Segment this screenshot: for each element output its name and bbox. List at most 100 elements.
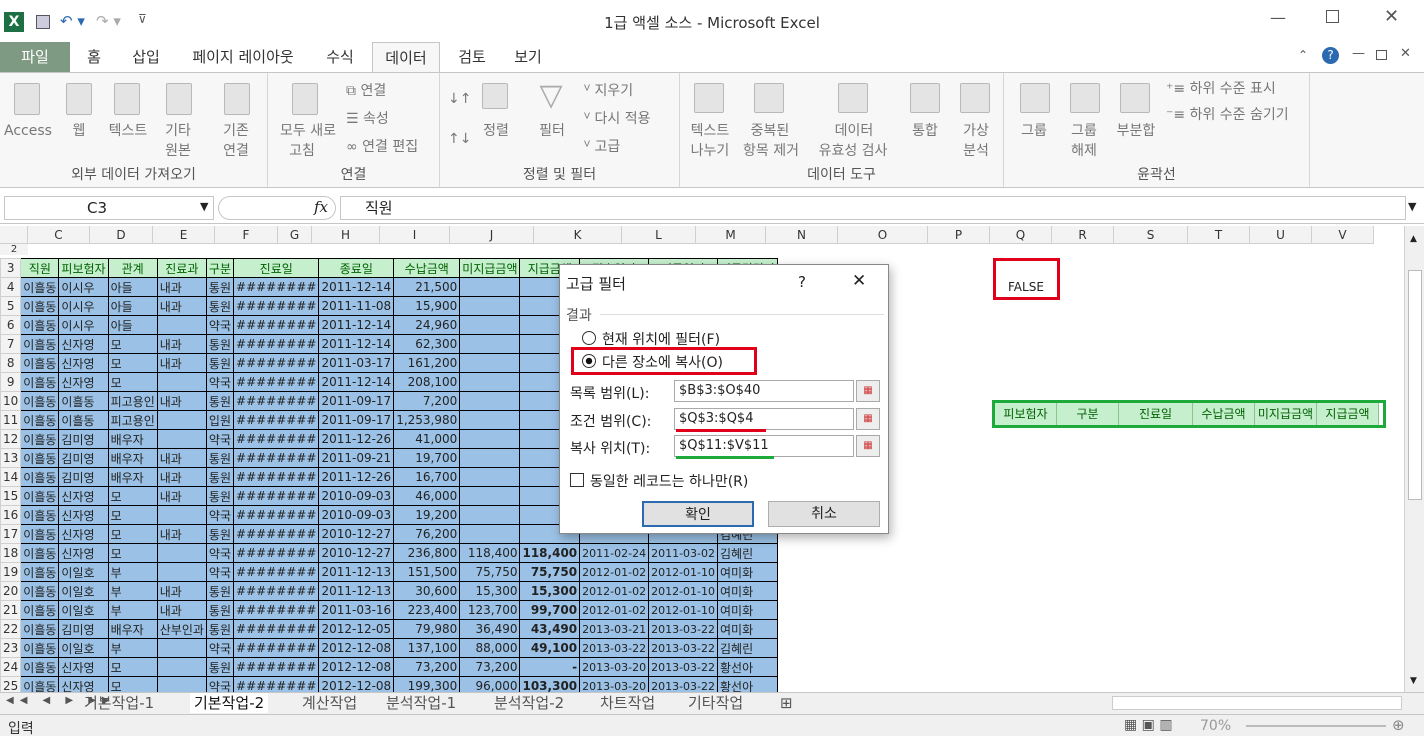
- table-cell[interactable]: 통원: [205, 619, 235, 639]
- zoom-level[interactable]: 70%: [1200, 718, 1231, 734]
- column-header[interactable]: Q: [990, 226, 1052, 244]
- table-cell[interactable]: 부: [107, 600, 158, 620]
- table-cell[interactable]: 약국: [205, 543, 235, 563]
- table-cell[interactable]: 2010-09-03: [318, 486, 395, 506]
- existing-conn-label-2[interactable]: 연결: [216, 141, 256, 161]
- table-cell[interactable]: 배우자: [107, 429, 158, 449]
- table-cell[interactable]: 76,200: [393, 524, 461, 544]
- other-sources-label-1[interactable]: 기타: [158, 121, 198, 141]
- table-cell[interactable]: 산부인과: [156, 619, 207, 639]
- table-cell[interactable]: [459, 467, 521, 487]
- data-validation-label-1[interactable]: 데이터: [826, 121, 882, 141]
- table-cell[interactable]: 49,100: [519, 638, 581, 658]
- table-cell[interactable]: [156, 657, 207, 677]
- table-cell[interactable]: ########: [233, 353, 320, 373]
- table-cell[interactable]: 신자영: [58, 543, 109, 563]
- ok-button[interactable]: 확인: [642, 501, 754, 527]
- table-cell[interactable]: ########: [233, 581, 320, 601]
- table-cell[interactable]: [156, 505, 207, 525]
- table-cell[interactable]: 내과: [156, 600, 207, 620]
- table-cell[interactable]: 내과: [156, 467, 207, 487]
- table-cell[interactable]: 모: [107, 505, 158, 525]
- table-cell[interactable]: 7,200: [393, 391, 461, 411]
- table-cell[interactable]: 김미영: [58, 448, 109, 468]
- table-cell[interactable]: [156, 429, 207, 449]
- copy-to-picker-icon[interactable]: ▦: [856, 435, 880, 457]
- header-cell[interactable]: 종료일: [318, 258, 395, 278]
- table-cell[interactable]: 통원: [205, 467, 235, 487]
- row-header[interactable]: 9: [0, 372, 22, 392]
- column-header[interactable]: R: [1052, 226, 1114, 244]
- table-cell[interactable]: 이흘동: [20, 524, 60, 544]
- table-cell[interactable]: 118,400: [459, 543, 521, 563]
- table-cell[interactable]: 2012-12-05: [318, 619, 395, 639]
- table-cell[interactable]: 19,200: [393, 505, 461, 525]
- row-header[interactable]: 24: [0, 657, 22, 677]
- sheet-tab[interactable]: 기타작업: [688, 693, 743, 713]
- row-header[interactable]: 25: [0, 676, 22, 692]
- table-cell[interactable]: 신자영: [58, 524, 109, 544]
- table-cell[interactable]: [459, 391, 521, 411]
- table-cell[interactable]: 통원: [205, 600, 235, 620]
- table-cell[interactable]: 2010-12-27: [318, 543, 395, 563]
- table-cell[interactable]: 2013-03-22: [579, 638, 650, 658]
- table-cell[interactable]: 통원: [205, 657, 235, 677]
- table-cell[interactable]: 약국: [205, 372, 235, 392]
- radio-filter-in-place[interactable]: [582, 331, 596, 345]
- tab-formulas[interactable]: 수식: [318, 42, 362, 72]
- properties-button[interactable]: ☰ 속성: [346, 109, 436, 129]
- table-cell[interactable]: 41,000: [393, 429, 461, 449]
- table-cell[interactable]: [156, 315, 207, 335]
- table-cell[interactable]: [459, 315, 521, 335]
- formula-input[interactable]: 직원: [340, 196, 1406, 220]
- table-cell[interactable]: 피고용인: [107, 391, 158, 411]
- table-cell[interactable]: 118,400: [519, 543, 581, 563]
- doc-minimize-icon[interactable]: —: [1352, 46, 1365, 61]
- row-header[interactable]: 4: [0, 277, 22, 297]
- table-cell[interactable]: 62,300: [393, 334, 461, 354]
- sheet-tab[interactable]: 차트작업: [600, 693, 655, 713]
- text-to-columns-label-1[interactable]: 텍스트: [684, 121, 736, 141]
- sheet-tab[interactable]: 분석작업-1: [386, 693, 456, 713]
- table-cell[interactable]: [156, 562, 207, 582]
- table-cell[interactable]: -: [519, 657, 581, 677]
- data-validation-label-2[interactable]: 유효성 검사: [808, 141, 898, 161]
- table-cell[interactable]: 2011-12-14: [318, 277, 395, 297]
- table-cell[interactable]: ########: [233, 524, 320, 544]
- table-cell[interactable]: 2012-12-08: [318, 676, 395, 692]
- table-cell[interactable]: 배우자: [107, 448, 158, 468]
- header-cell[interactable]: 미지급금액: [459, 258, 521, 278]
- table-cell[interactable]: ########: [233, 334, 320, 354]
- column-header[interactable]: O: [838, 226, 928, 244]
- table-cell[interactable]: 이흘동: [20, 448, 60, 468]
- table-cell[interactable]: 2011-02-24: [579, 543, 650, 563]
- table-cell[interactable]: ########: [233, 562, 320, 582]
- table-cell[interactable]: [156, 372, 207, 392]
- table-cell[interactable]: ########: [233, 600, 320, 620]
- column-header[interactable]: L: [622, 226, 696, 244]
- row-header[interactable]: 21: [0, 600, 22, 620]
- table-cell[interactable]: 내과: [156, 334, 207, 354]
- table-cell[interactable]: 2012-01-10: [648, 600, 719, 620]
- header-cell[interactable]: 관계: [107, 258, 158, 278]
- table-cell[interactable]: 223,400: [393, 600, 461, 620]
- scroll-down-icon[interactable]: ▼: [1410, 676, 1417, 686]
- sort-asc-icon[interactable]: ↓↑: [448, 89, 471, 109]
- table-cell[interactable]: ########: [233, 391, 320, 411]
- web-button[interactable]: 웹: [64, 121, 94, 141]
- collapse-ribbon-icon[interactable]: ⌃: [1298, 48, 1308, 62]
- table-cell[interactable]: 2012-01-02: [579, 562, 650, 582]
- scroll-up-icon[interactable]: ▲: [1410, 234, 1417, 244]
- row-header[interactable]: 13: [0, 448, 22, 468]
- column-header[interactable]: S: [1114, 226, 1188, 244]
- table-cell[interactable]: 79,980: [393, 619, 461, 639]
- table-cell[interactable]: 2012-01-10: [648, 581, 719, 601]
- table-cell[interactable]: 내과: [156, 524, 207, 544]
- dialog-close-icon[interactable]: ✕: [852, 271, 866, 291]
- table-cell[interactable]: 2012-01-02: [579, 600, 650, 620]
- table-cell[interactable]: 김혜린: [717, 638, 779, 658]
- table-cell[interactable]: 김미영: [58, 467, 109, 487]
- criteria-value-cell[interactable]: FALSE: [1008, 280, 1044, 294]
- doc-close-icon[interactable]: ✕: [1400, 46, 1411, 61]
- table-cell[interactable]: 208,100: [393, 372, 461, 392]
